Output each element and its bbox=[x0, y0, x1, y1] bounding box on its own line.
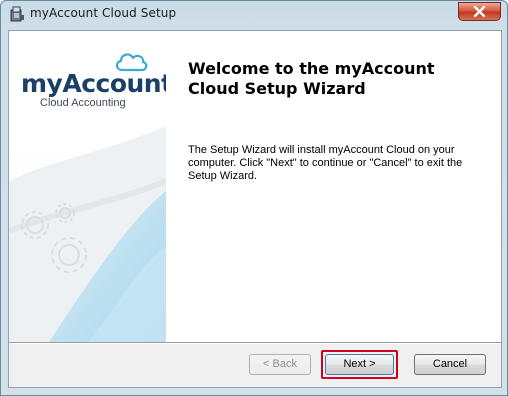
page-description: The Setup Wizard will install myAccount … bbox=[188, 144, 463, 182]
gears-icon bbox=[17, 203, 97, 287]
close-icon bbox=[473, 6, 486, 17]
installer-icon bbox=[9, 6, 25, 22]
product-tagline: Cloud Accounting bbox=[40, 97, 126, 109]
window-title: myAccount Cloud Setup bbox=[30, 6, 177, 20]
cancel-button[interactable]: Cancel bbox=[414, 354, 486, 375]
next-button[interactable]: Next > bbox=[325, 354, 394, 375]
product-logo: myAccount bbox=[21, 69, 166, 98]
sidebar-banner: myAccount Cloud Accounting bbox=[9, 31, 166, 342]
close-button[interactable] bbox=[458, 2, 501, 21]
welcome-panel: Welcome to the myAccount Cloud Setup Wiz… bbox=[166, 31, 501, 342]
setup-window: myAccount Cloud Setup myAccount Cloud Ac… bbox=[0, 0, 508, 396]
title-bar[interactable]: myAccount Cloud Setup bbox=[1, 1, 507, 27]
wizard-body: myAccount Cloud Accounting Welcome to th… bbox=[8, 30, 502, 388]
page-title: Welcome to the myAccount Cloud Setup Wiz… bbox=[188, 59, 435, 98]
divider bbox=[9, 342, 501, 344]
back-button[interactable]: < Back bbox=[249, 354, 311, 375]
